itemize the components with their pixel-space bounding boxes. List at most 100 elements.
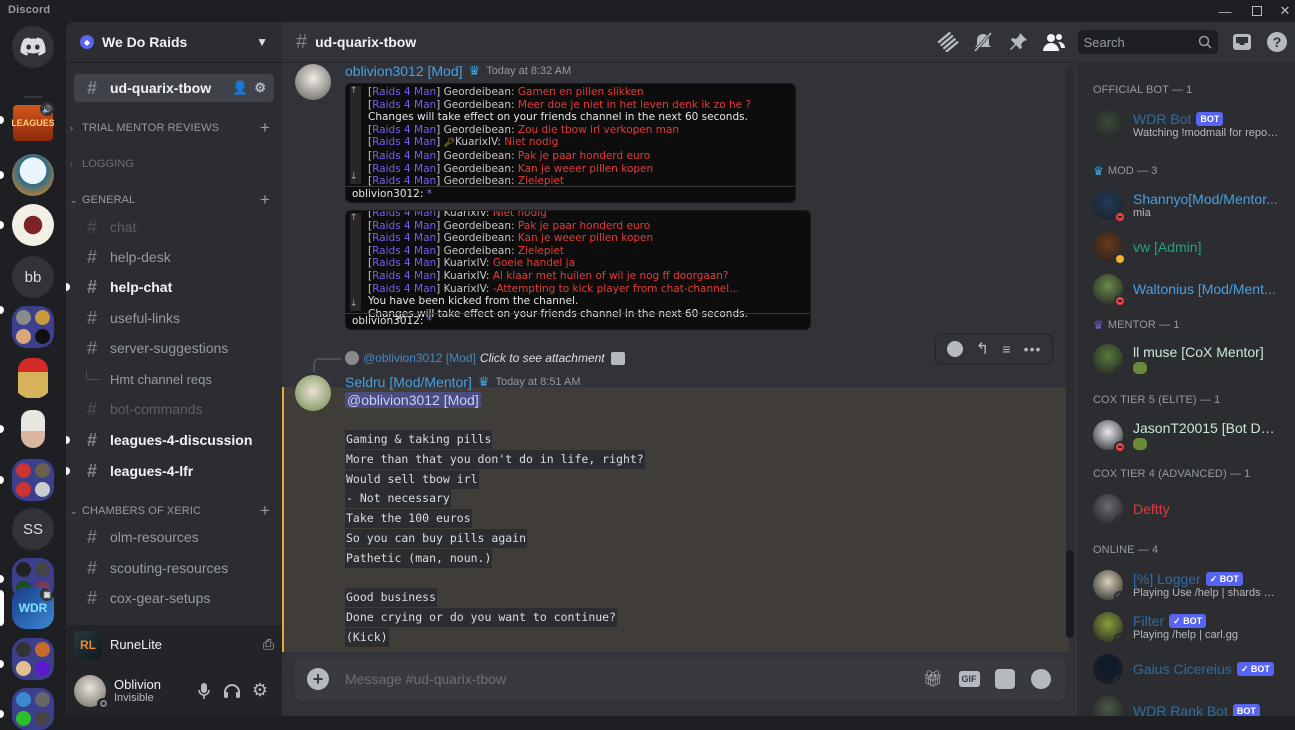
server-helmet[interactable] <box>12 357 54 399</box>
member-item[interactable]: JasonT20015 [Bot Dev] <box>1085 414 1287 456</box>
attachment-image[interactable]: ↑ [Raids 4 Man] Geordeibean: Gamen en pil… <box>345 83 796 203</box>
member-item[interactable]: ll muse [CoX Mentor] <box>1085 338 1287 380</box>
chevron-right-icon: › <box>70 123 74 133</box>
pinned-messages-button[interactable] <box>1007 30 1030 54</box>
channel-chat[interactable]: # chat <box>74 213 274 241</box>
category-logging[interactable]: › LOGGING <box>66 152 282 176</box>
author-name[interactable]: oblivion3012 [Mod] <box>345 63 463 79</box>
sticker-button[interactable] <box>993 667 1017 691</box>
member-avatar <box>1093 190 1126 223</box>
add-channel-icon[interactable]: + <box>260 118 270 138</box>
unread-indicator <box>66 283 70 291</box>
message-input[interactable] <box>345 671 909 687</box>
inbox-button[interactable] <box>1230 30 1253 54</box>
server-bb[interactable]: bb <box>12 256 54 298</box>
gift-button[interactable]: 🎁︎ <box>921 667 945 691</box>
headphones-icon <box>224 683 240 698</box>
player-name: Geordeibean: <box>443 219 518 232</box>
member-item[interactable]: Waltonius [Mod/Ment... <box>1085 268 1287 310</box>
game-chat-line: [Raids 4 Man] Geordeibean: Zou die tbow … <box>350 124 791 137</box>
server-folder-1[interactable] <box>12 306 54 348</box>
member-name-text: JasonT20015 [Bot Dev] <box>1133 420 1279 436</box>
scrollbar-thumb[interactable] <box>1066 550 1074 638</box>
server-folder-5[interactable] <box>12 688 54 730</box>
group-title: COX TIER 5 (ELITE) — 1 <box>1093 394 1221 406</box>
server-leagues[interactable]: LEAGUES 🔊 <box>12 102 54 144</box>
channel-help-chat[interactable]: # help-chat <box>66 273 274 301</box>
member-item[interactable]: WDR Bot BOT Watching !modmail for reports <box>1085 104 1287 146</box>
guild-header[interactable]: ◆ We Do Raids ▼ <box>66 22 282 62</box>
server-wdr[interactable]: WDR ▣ <box>12 587 54 629</box>
create-thread-button[interactable]: ≡ <box>1002 341 1010 357</box>
invite-icon[interactable]: 👤 <box>232 80 248 96</box>
member-item[interactable]: Gaius Cicereius ✓ BOT <box>1085 648 1287 690</box>
chat-scrollbar[interactable] <box>1066 66 1074 638</box>
category-chambers-of-xeric[interactable]: ⌄ CHAMBERS OF XERIC + <box>66 499 282 523</box>
server-wreath[interactable] <box>12 204 54 246</box>
more-button[interactable]: ••• <box>1024 341 1042 357</box>
add-channel-icon[interactable]: + <box>260 190 270 210</box>
reply-button[interactable]: ↰ <box>976 339 989 359</box>
channel-ud-quarix-tbow[interactable]: # ud-quarix-tbow 👤 ⚙ <box>74 74 274 102</box>
status-online-icon <box>1114 633 1126 645</box>
author-name[interactable]: Seldru [Mod/Mentor] <box>345 374 472 390</box>
user-settings-button[interactable]: ⚙ <box>246 677 274 705</box>
member-list: OFFICIAL BOT — 1 WDR Bot BOT Watching !modm… <box>1077 62 1295 716</box>
channel-scouting-resources[interactable]: # scouting-resources <box>74 554 274 582</box>
add-reaction-button[interactable] <box>946 341 963 357</box>
member-list-button[interactable] <box>1042 30 1065 54</box>
thread-hmt-channel-reqs[interactable]: Hmt channel reqs <box>82 365 212 393</box>
bracket: ] <box>436 86 444 98</box>
author-avatar[interactable] <box>295 64 331 100</box>
maximize-button[interactable] <box>1243 0 1271 22</box>
channel-leagues-4-lfr[interactable]: # leagues-4-lfr <box>66 457 274 485</box>
add-channel-icon[interactable]: + <box>260 501 270 521</box>
emoji-button[interactable] <box>1029 667 1053 691</box>
server-folder-4[interactable] <box>12 638 54 680</box>
member-item[interactable]: [%] Logger ✓ BOT Playing Use /help | shard… <box>1085 564 1287 606</box>
channel-leagues-4-discussion[interactable]: # leagues-4-discussion <box>66 426 274 454</box>
server-folder-2[interactable] <box>12 459 54 501</box>
channel-useful-links[interactable]: # useful-links <box>74 304 274 332</box>
share-screen-button[interactable]: ⎙ <box>263 636 274 653</box>
home-button[interactable] <box>12 26 54 68</box>
author-avatar[interactable] <box>295 375 331 411</box>
attachment-image[interactable]: ↑ [Raids 4 Man] KuarixIV: Niet nodig [Raid… <box>345 210 811 330</box>
channel-server-suggestions[interactable]: # server-suggestions <box>74 334 274 362</box>
reply-author: @oblivion3012 [Mod] <box>363 351 476 365</box>
inline-code: (Kick) <box>345 627 389 647</box>
gif-button[interactable]: GIF <box>957 667 981 691</box>
category-general[interactable]: ⌄ GENERAL + <box>66 188 282 212</box>
channel-bot-commands[interactable]: # bot-commands <box>74 395 274 423</box>
member-item[interactable]: vw [Admin] <box>1085 226 1287 268</box>
minimize-button[interactable]: — <box>1211 0 1239 22</box>
member-item[interactable]: Filter ✓ BOT Playing /help | carl.gg <box>1085 606 1287 648</box>
deafen-button[interactable] <box>218 677 246 705</box>
member-item[interactable]: Shannyo[Mod/Mentor... mia <box>1085 184 1287 226</box>
reply-reference[interactable]: @oblivion3012 [Mod] Click to see attachm… <box>313 351 625 372</box>
status-dnd-icon <box>1114 211 1126 223</box>
member-item[interactable]: WDR Rank Bot BOT <box>1085 690 1287 716</box>
server-christmas[interactable] <box>12 154 54 196</box>
close-window-button[interactable]: ✕ <box>1271 0 1295 22</box>
user-mention[interactable]: @oblivion3012 [Mod] <box>345 392 481 408</box>
mute-button[interactable] <box>190 677 218 705</box>
add-attachment-button[interactable]: + <box>307 668 329 690</box>
bracket: ] <box>436 210 444 219</box>
channel-help-desk[interactable]: # help-desk <box>74 243 274 271</box>
gear-icon[interactable]: ⚙ <box>254 80 266 96</box>
notification-settings-button[interactable] <box>971 30 994 54</box>
search-box[interactable] <box>1077 30 1219 54</box>
threads-button[interactable] <box>936 30 959 54</box>
help-button[interactable]: ? <box>1266 30 1289 54</box>
member-item[interactable]: Deftty <box>1085 488 1287 530</box>
channel-cox-gear-setups[interactable]: # cox-gear-setups <box>74 584 274 612</box>
user-avatar[interactable] <box>74 674 109 710</box>
category-trial-mentor-reviews[interactable]: › TRIAL MENTOR REVIEWS + <box>66 116 282 140</box>
server-ss[interactable]: SS <box>12 508 54 550</box>
channel-olm-resources[interactable]: # olm-resources <box>74 523 274 551</box>
server-bunny[interactable] <box>12 408 54 450</box>
chat-area: # ud-quarix-tbow oblivion3012 [Mod] ♛ To… <box>282 22 1077 716</box>
search-input[interactable] <box>1083 34 1199 50</box>
member-name-text: Shannyo[Mod/Mentor... <box>1133 191 1278 207</box>
